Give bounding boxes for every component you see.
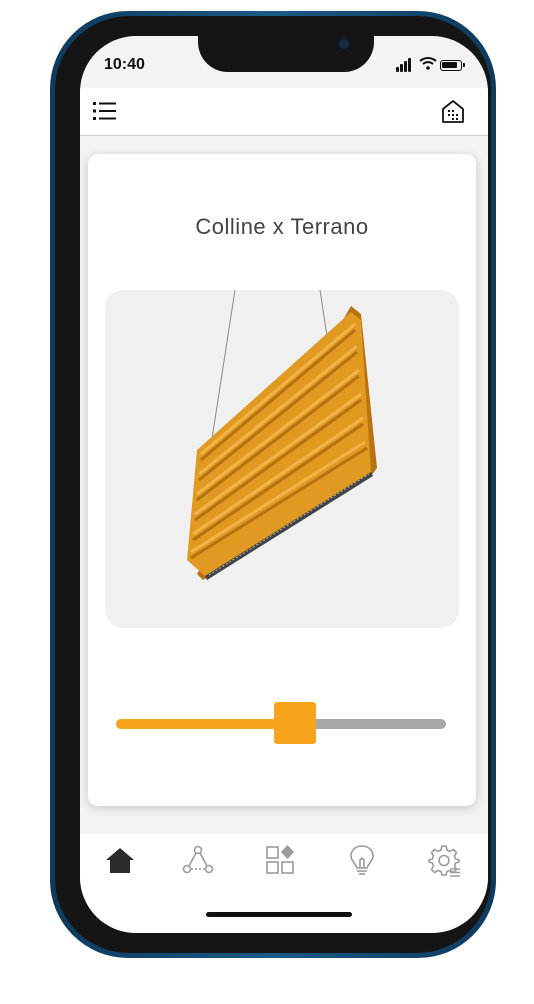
home-building-icon[interactable] <box>440 98 466 124</box>
status-time: 10:40 <box>104 56 145 73</box>
device-card: Colline x Terrano <box>88 154 476 806</box>
app-header <box>80 88 488 136</box>
tab-scenes[interactable] <box>262 842 298 878</box>
camera-lens <box>339 39 349 49</box>
wifi-icon <box>419 56 437 74</box>
home-indicator[interactable] <box>206 912 352 917</box>
status-icons <box>396 56 466 74</box>
menu-list-icon[interactable] <box>92 98 118 124</box>
signal-icon <box>396 58 416 72</box>
tab-settings[interactable] <box>426 842 462 878</box>
scenes-grid-icon <box>266 845 294 874</box>
product-image <box>187 290 377 580</box>
slider-thumb[interactable] <box>274 702 316 744</box>
device-title: Colline x Terrano <box>195 214 369 239</box>
tab-lights[interactable] <box>344 842 380 878</box>
tab-groups[interactable] <box>180 842 216 878</box>
group-nodes-icon <box>182 845 214 874</box>
bottom-tab-bar <box>80 834 488 933</box>
lightbulb-icon <box>350 845 374 875</box>
battery-icon <box>440 60 465 71</box>
phone-screen: 10:40 Colline x Terrano <box>80 36 488 933</box>
product-image-panel <box>105 290 459 628</box>
home-icon <box>106 848 134 873</box>
slider-fill <box>116 719 295 729</box>
brightness-slider[interactable] <box>116 702 448 746</box>
settings-gear-icon <box>428 845 460 877</box>
tab-home[interactable] <box>102 842 138 878</box>
